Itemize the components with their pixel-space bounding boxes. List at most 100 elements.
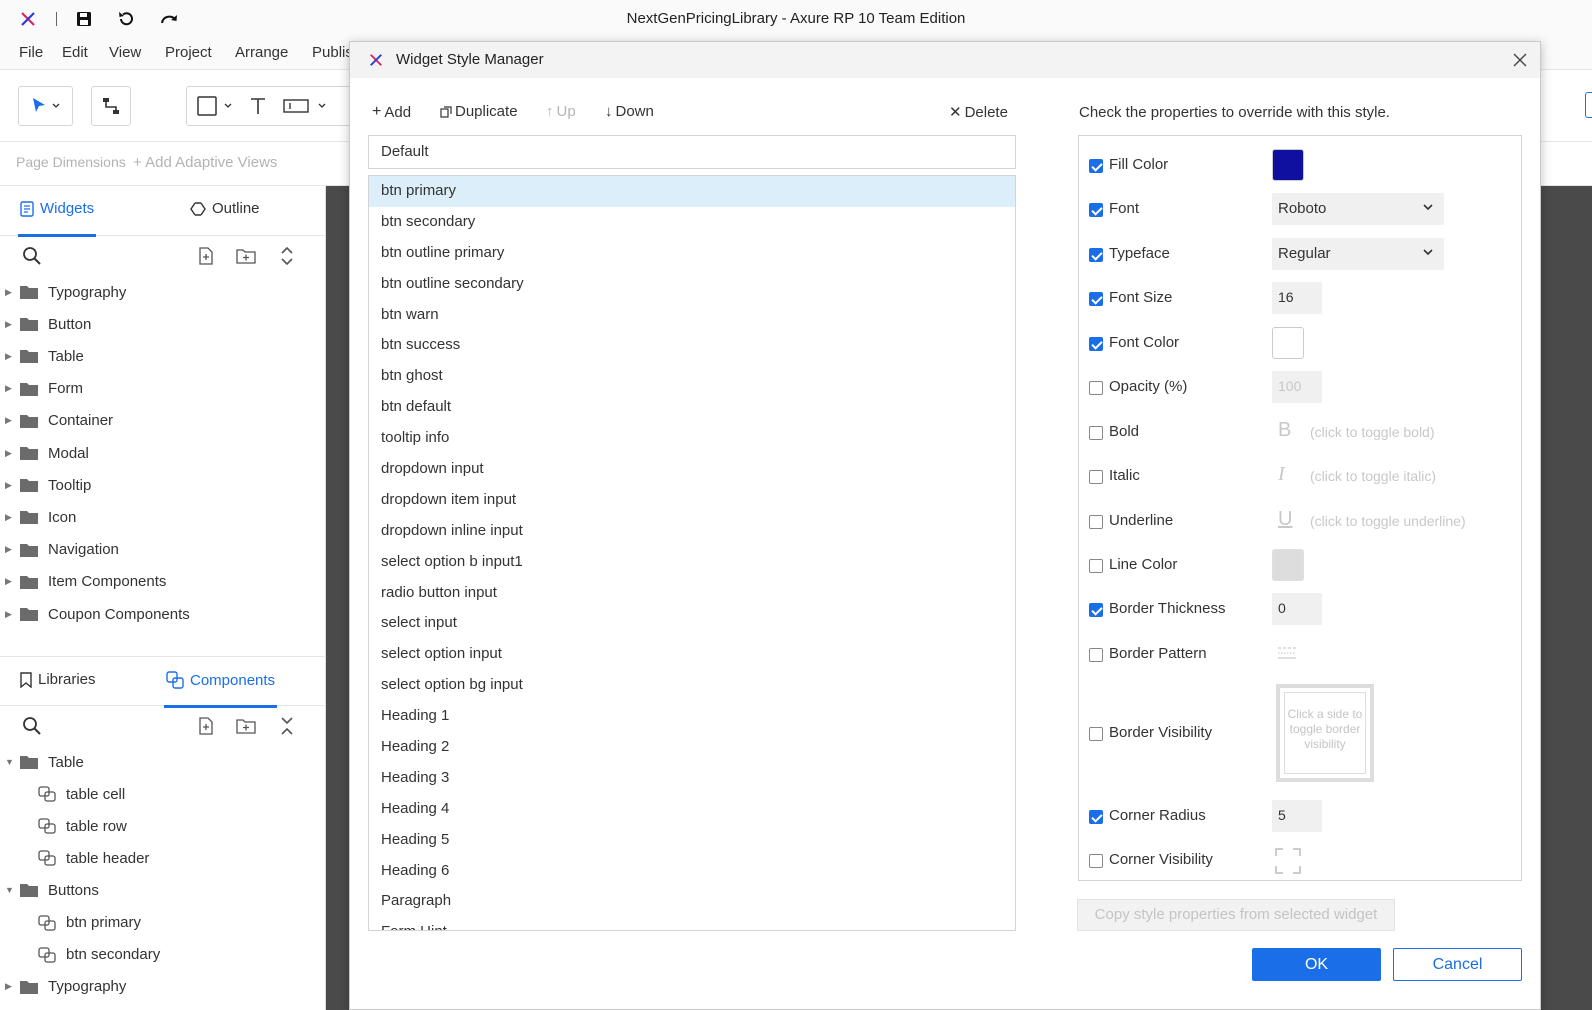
style-list-item[interactable]: select option bg input xyxy=(369,670,1015,701)
cancel-button[interactable]: Cancel xyxy=(1393,948,1522,981)
widget-folder-item[interactable]: ▶ Typography xyxy=(0,276,326,308)
style-list-item[interactable]: btn success xyxy=(369,330,1015,361)
select-tool-button[interactable] xyxy=(18,86,73,126)
component-folder-item[interactable]: ▼ Table xyxy=(0,746,326,778)
italic-checkbox[interactable] xyxy=(1089,470,1103,484)
widget-folder-item[interactable]: ▶ Table xyxy=(0,340,326,372)
font-checkbox[interactable] xyxy=(1089,203,1103,217)
tab-outline[interactable]: Outline xyxy=(190,200,260,217)
style-list-item[interactable]: select option b input1 xyxy=(369,547,1015,578)
corner-radius-input[interactable]: 5 xyxy=(1272,800,1322,832)
caret-right-icon[interactable]: ▶ xyxy=(5,480,12,491)
component-folder-item[interactable]: ▼ Buttons xyxy=(0,874,326,906)
widget-folder-item[interactable]: ▶ Container xyxy=(0,405,326,437)
caret-right-icon[interactable]: ▶ xyxy=(5,415,12,426)
style-list-item[interactable]: tooltip info xyxy=(369,423,1015,454)
component-item[interactable]: btn secondary xyxy=(0,939,326,971)
border-thickness-input[interactable]: 0 xyxy=(1272,593,1322,625)
add-folder-icon[interactable] xyxy=(234,714,258,738)
axure-logo-icon[interactable] xyxy=(14,5,42,33)
style-list-item[interactable]: Heading 3 xyxy=(369,763,1015,794)
component-item[interactable]: btn primary xyxy=(0,907,326,939)
tab-libraries[interactable]: Libraries xyxy=(20,671,96,688)
delete-style-button[interactable]: ✕ Delete xyxy=(949,103,1008,122)
add-library-icon[interactable] xyxy=(194,244,218,268)
style-list-item[interactable]: Paragraph xyxy=(369,886,1015,917)
caret-right-icon[interactable]: ▶ xyxy=(5,576,12,587)
style-list-item[interactable]: btn outline primary xyxy=(369,238,1015,269)
style-list-item[interactable]: Form Hint xyxy=(369,917,1015,930)
search-icon[interactable] xyxy=(20,714,44,738)
menu-view[interactable]: View xyxy=(109,44,141,61)
font-dropdown[interactable]: Roboto xyxy=(1272,193,1444,225)
style-list-item[interactable]: btn primary xyxy=(369,176,1015,207)
text-tool-icon[interactable] xyxy=(249,96,267,116)
style-list-item[interactable]: btn warn xyxy=(369,300,1015,331)
caret-right-icon[interactable]: ▶ xyxy=(5,609,12,620)
typeface-dropdown[interactable]: Regular xyxy=(1272,238,1444,270)
component-item[interactable]: table row xyxy=(0,810,326,842)
menu-edit[interactable]: Edit xyxy=(62,44,88,61)
style-list-item[interactable]: btn outline secondary xyxy=(369,269,1015,300)
fill-color-swatch[interactable] xyxy=(1272,149,1304,181)
underline-checkbox[interactable] xyxy=(1089,515,1103,529)
connector-tool-button[interactable] xyxy=(91,86,131,126)
style-list-item[interactable]: btn secondary xyxy=(369,207,1015,238)
font-color-checkbox[interactable] xyxy=(1089,337,1103,351)
caret-right-icon[interactable]: ▶ xyxy=(5,287,12,298)
caret-down-icon[interactable]: ▼ xyxy=(5,885,14,895)
style-list-item[interactable]: dropdown input xyxy=(369,454,1015,485)
caret-down-icon[interactable]: ▼ xyxy=(5,757,14,767)
redo-icon[interactable] xyxy=(155,5,183,33)
opacity-input[interactable]: 100 xyxy=(1272,371,1322,403)
menu-project[interactable]: Project xyxy=(165,44,212,61)
add-adaptive-views-link[interactable]: + Add Adaptive Views xyxy=(133,154,277,171)
expand-collapse-icon[interactable] xyxy=(275,244,299,268)
line-color-checkbox[interactable] xyxy=(1089,559,1103,573)
ok-button[interactable]: OK xyxy=(1252,948,1381,981)
border-visibility-checkbox[interactable] xyxy=(1089,727,1103,741)
component-item[interactable]: table cell xyxy=(0,778,326,810)
search-icon[interactable] xyxy=(20,244,44,268)
duplicate-style-button[interactable]: Duplicate xyxy=(440,103,518,120)
tab-components[interactable]: Components xyxy=(164,671,278,708)
widget-folder-item[interactable]: ▶ Navigation xyxy=(0,534,326,566)
corner-visibility-checkbox[interactable] xyxy=(1089,854,1103,868)
add-component-icon[interactable] xyxy=(194,714,218,738)
caret-right-icon[interactable]: ▶ xyxy=(5,981,12,992)
menu-arrange[interactable]: Arrange xyxy=(235,44,288,61)
style-list-item[interactable]: dropdown item input xyxy=(369,485,1015,516)
caret-right-icon[interactable]: ▶ xyxy=(5,319,12,330)
border-thickness-checkbox[interactable] xyxy=(1089,603,1103,617)
style-list-item[interactable]: Heading 4 xyxy=(369,794,1015,825)
widget-folder-item[interactable]: ▶ Item Components xyxy=(0,566,326,598)
border-visibility-control[interactable]: Click a side to toggle border visibility xyxy=(1276,684,1374,782)
italic-icon[interactable]: I xyxy=(1278,463,1285,486)
page-dimensions[interactable]: Page Dimensions xyxy=(16,154,126,170)
style-list-item[interactable]: dropdown inline input xyxy=(369,516,1015,547)
component-item[interactable]: table header xyxy=(0,842,326,874)
style-list-item[interactable]: select option input xyxy=(369,639,1015,670)
style-list-item[interactable]: Heading 1 xyxy=(369,701,1015,732)
font-color-swatch[interactable] xyxy=(1272,327,1304,359)
collapse-all-icon[interactable] xyxy=(275,714,299,738)
undo-icon[interactable] xyxy=(112,5,140,33)
fill-color-checkbox[interactable] xyxy=(1089,159,1103,173)
typeface-checkbox[interactable] xyxy=(1089,248,1103,262)
share-button[interactable] xyxy=(1585,92,1592,118)
style-list-item[interactable]: Heading 2 xyxy=(369,732,1015,763)
caret-right-icon[interactable]: ▶ xyxy=(5,512,12,523)
opacity-checkbox[interactable] xyxy=(1089,381,1103,395)
corner-visibility-icon[interactable] xyxy=(1274,847,1302,875)
widget-folder-item[interactable]: ▶ Icon xyxy=(0,501,326,533)
save-icon[interactable] xyxy=(70,5,98,33)
font-size-input[interactable]: 16 xyxy=(1272,282,1322,314)
menu-publish[interactable]: Publis xyxy=(312,44,353,61)
style-list-item[interactable]: Heading 6 xyxy=(369,856,1015,887)
style-list-item[interactable]: radio button input xyxy=(369,578,1015,609)
move-up-button[interactable]: ↑ Up xyxy=(546,103,576,120)
move-down-button[interactable]: ↓ Down xyxy=(605,103,654,120)
caret-right-icon[interactable]: ▶ xyxy=(5,351,12,362)
caret-right-icon[interactable]: ▶ xyxy=(5,383,12,394)
widget-folder-item[interactable]: ▶ Form xyxy=(0,373,326,405)
